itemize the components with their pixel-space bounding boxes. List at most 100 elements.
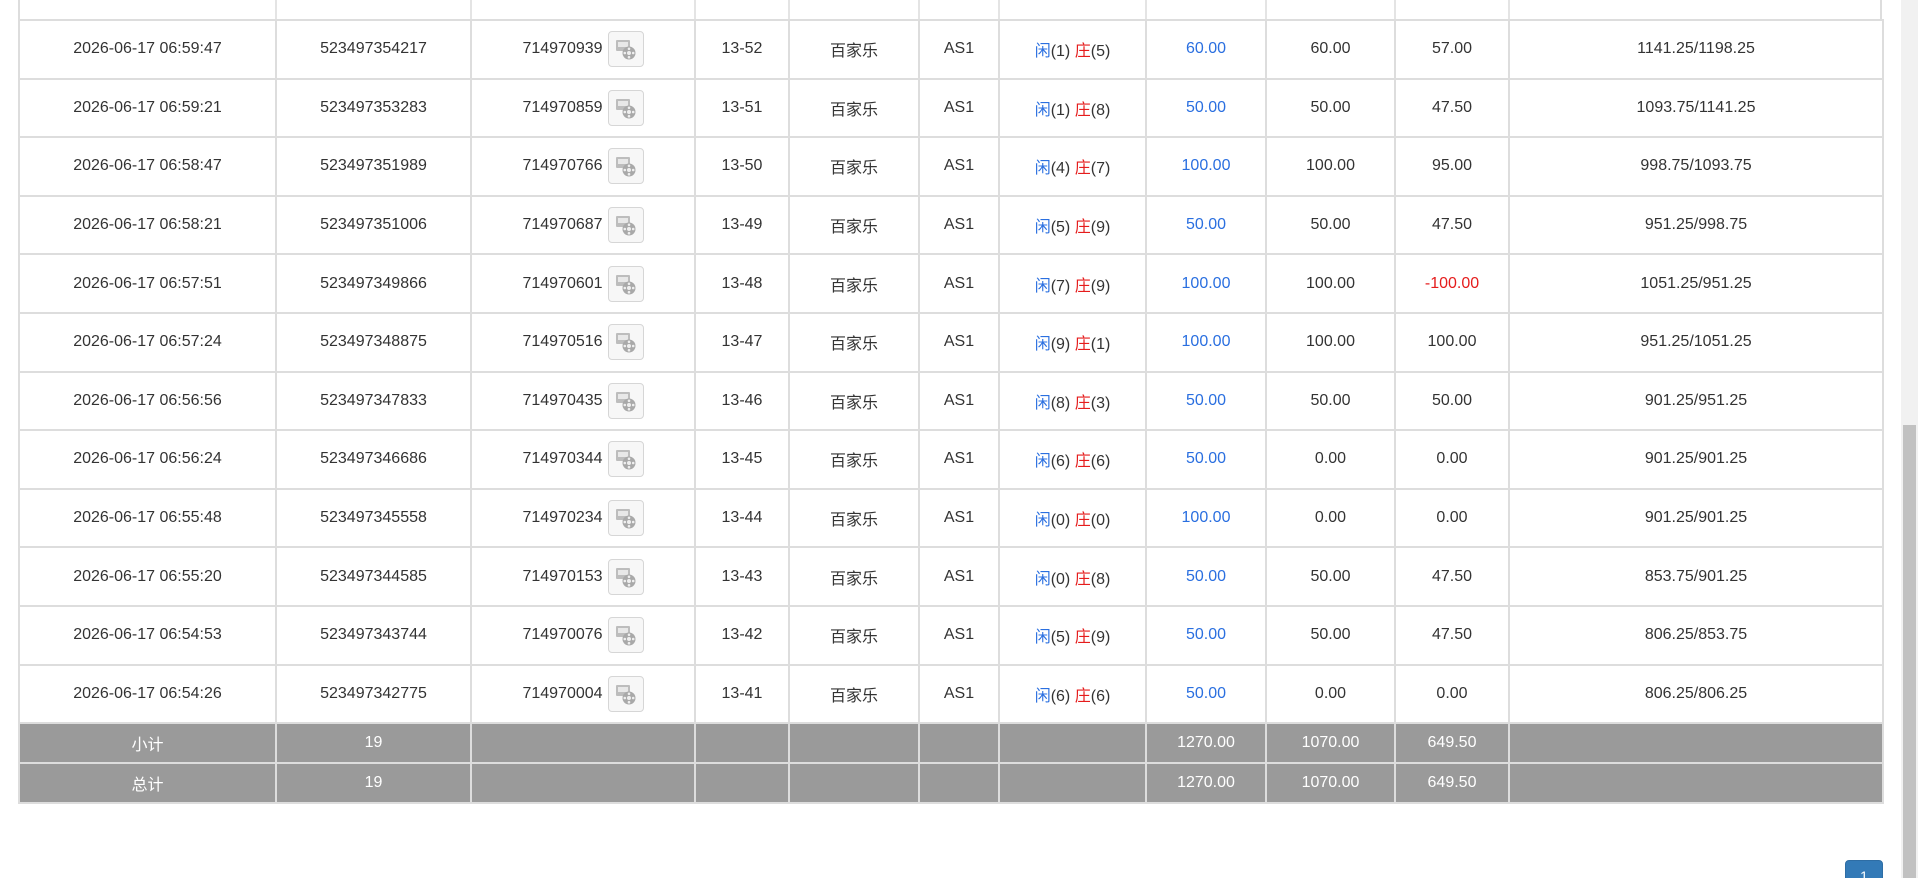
valid-bet-cell: 0.00: [1265, 487, 1396, 549]
balance-cell: 951.25/998.75: [1508, 194, 1884, 256]
win-loss-cell: 0.00: [1394, 663, 1510, 725]
summary-count: 19: [275, 762, 472, 805]
bet-time-cell: 2026-06-17 06:54:53: [18, 604, 277, 666]
win-loss-cell: 57.00: [1394, 19, 1510, 80]
order-number-cell: 523497345558: [275, 487, 472, 549]
player-points: (7): [1050, 277, 1071, 295]
table-row: 2026-06-17 06:54:26 523497342775 7149700…: [18, 663, 1884, 725]
banker-label: 庄: [1074, 453, 1091, 471]
banker-points: (8): [1090, 101, 1111, 119]
player-label: 闲: [1034, 160, 1051, 178]
bet-amount-cell: 100.00: [1145, 487, 1267, 549]
round-cell: 13-51: [694, 77, 790, 139]
video-replay-icon[interactable]: [607, 558, 644, 595]
table-code-cell: AS1: [918, 487, 1000, 549]
game-number-cell: 714970076: [470, 604, 696, 666]
win-loss-cell: 47.50: [1394, 546, 1510, 607]
table-code-cell: AS1: [918, 429, 1000, 490]
bet-time-cell: 2026-06-17 06:57:51: [18, 253, 277, 314]
video-replay-icon[interactable]: [607, 31, 644, 68]
table-code-cell: AS1: [918, 194, 1000, 256]
bet-records-table-wrap: 2026-06-17 06:59:47 523497354217 7149709…: [18, 19, 1884, 805]
video-replay-icon[interactable]: [607, 324, 644, 361]
player-label: 闲: [1034, 453, 1051, 471]
page-1-button[interactable]: 1: [1845, 860, 1883, 878]
table-row: 2026-06-17 06:56:56 523497347833 7149704…: [18, 370, 1884, 432]
table-code-cell: AS1: [918, 546, 1000, 607]
table-row: 2026-06-17 06:58:21 523497351006 7149706…: [18, 194, 1884, 256]
banker-label: 庄: [1074, 629, 1091, 647]
bet-time-cell: 2026-06-17 06:58:21: [18, 194, 277, 256]
valid-bet-cell: 100.00: [1265, 253, 1396, 314]
bet-amount-cell: 100.00: [1145, 253, 1267, 314]
summary-count: 19: [275, 722, 472, 765]
video-replay-icon[interactable]: [607, 265, 644, 302]
banker-label: 庄: [1074, 160, 1091, 178]
bet-time-cell: 2026-06-17 06:59:47: [18, 19, 277, 80]
valid-bet-cell: 100.00: [1265, 136, 1396, 197]
banker-points: (9): [1090, 629, 1111, 647]
player-label: 闲: [1034, 512, 1051, 530]
game-number-cell: 714970435: [470, 370, 696, 432]
round-cell: 13-41: [694, 663, 790, 725]
table-code-cell: AS1: [918, 136, 1000, 197]
game-number-cell: 714970344: [470, 429, 696, 490]
player-points: (6): [1050, 453, 1071, 471]
round-cell: 13-49: [694, 194, 790, 256]
video-replay-icon[interactable]: [607, 617, 644, 654]
game-type-cell: 百家乐: [788, 604, 920, 666]
banker-points: (3): [1090, 394, 1111, 412]
table-row: 2026-06-17 06:59:47 523497354217 7149709…: [18, 19, 1884, 80]
game-number-cell: 714970687: [470, 194, 696, 256]
valid-bet-cell: 0.00: [1265, 429, 1396, 490]
result-cell: 闲(0) 庄(0): [998, 487, 1147, 549]
bet-time-cell: 2026-06-17 06:58:47: [18, 136, 277, 197]
result-cell: 闲(0) 庄(8): [998, 546, 1147, 607]
video-replay-icon[interactable]: [607, 500, 644, 537]
video-replay-icon[interactable]: [607, 675, 644, 712]
game-number-text: 714970234: [522, 509, 603, 527]
video-replay-icon[interactable]: [607, 89, 644, 126]
video-replay-icon[interactable]: [607, 148, 644, 185]
result-cell: 闲(1) 庄(8): [998, 77, 1147, 139]
banker-points: (1): [1090, 336, 1111, 354]
order-number-cell: 523497344585: [275, 546, 472, 607]
summary-bet-total: 1270.00: [1145, 762, 1267, 805]
player-label: 闲: [1034, 687, 1051, 705]
summary-win-total: 649.50: [1394, 762, 1510, 805]
player-points: (0): [1050, 570, 1071, 588]
game-number-cell: 714970601: [470, 253, 696, 314]
video-replay-icon[interactable]: [607, 207, 644, 244]
result-cell: 闲(5) 庄(9): [998, 194, 1147, 256]
round-cell: 13-43: [694, 546, 790, 607]
game-type-cell: 百家乐: [788, 311, 920, 373]
summary-win-total: 649.50: [1394, 722, 1510, 765]
player-points: (4): [1050, 160, 1071, 178]
win-loss-cell: 100.00: [1394, 311, 1510, 373]
player-label: 闲: [1034, 101, 1051, 119]
round-cell: 13-46: [694, 370, 790, 432]
video-replay-icon[interactable]: [607, 382, 644, 419]
balance-cell: 1141.25/1198.25: [1508, 19, 1884, 80]
table-row: 2026-06-17 06:55:48 523497345558 7149702…: [18, 487, 1884, 549]
result-cell: 闲(9) 庄(1): [998, 311, 1147, 373]
bet-amount-cell: 50.00: [1145, 77, 1267, 139]
balance-cell: 901.25/951.25: [1508, 370, 1884, 432]
win-loss-cell: 95.00: [1394, 136, 1510, 197]
player-points: (0): [1050, 512, 1071, 530]
banker-points: (6): [1090, 453, 1111, 471]
video-replay-icon[interactable]: [607, 441, 644, 478]
game-number-text: 714970004: [522, 684, 603, 702]
order-number-cell: 523497351006: [275, 194, 472, 256]
round-cell: 13-48: [694, 253, 790, 314]
vertical-scrollbar[interactable]: [1901, 0, 1918, 878]
balance-cell: 951.25/1051.25: [1508, 311, 1884, 373]
result-cell: 闲(1) 庄(5): [998, 19, 1147, 80]
scrollbar-thumb[interactable]: [1903, 425, 1916, 878]
banker-label: 庄: [1074, 570, 1091, 588]
table-code-cell: AS1: [918, 370, 1000, 432]
valid-bet-cell: 100.00: [1265, 311, 1396, 373]
round-cell: 13-44: [694, 487, 790, 549]
summary-label: 小计: [18, 722, 277, 765]
result-cell: 闲(6) 庄(6): [998, 663, 1147, 725]
